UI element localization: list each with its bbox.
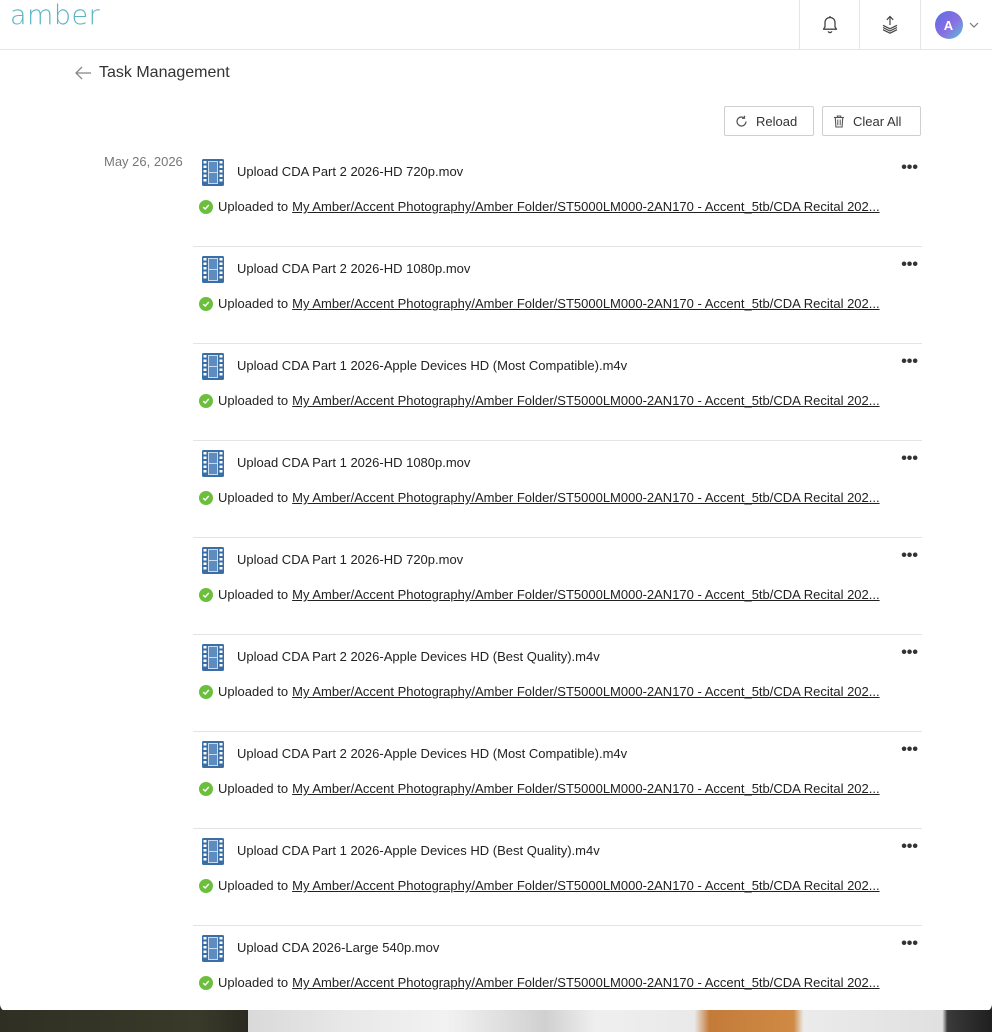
task-status: Uploaded to My Amber/Accent Photography/… bbox=[199, 490, 915, 506]
page-title: Task Management bbox=[99, 64, 230, 81]
app-logo[interactable]: amber bbox=[10, 0, 100, 32]
video-file-icon bbox=[202, 644, 224, 671]
more-options-icon[interactable]: ••• bbox=[901, 839, 918, 855]
destination-path-link[interactable]: My Amber/Accent Photography/Amber Folder… bbox=[292, 587, 879, 603]
video-file-icon bbox=[202, 741, 224, 768]
destination-path-link[interactable]: My Amber/Accent Photography/Amber Folder… bbox=[292, 781, 879, 797]
task-name: Upload CDA Part 1 2026-Apple Devices HD … bbox=[237, 358, 628, 373]
task-item: Upload CDA Part 2 2026-Apple Devices HD … bbox=[193, 732, 922, 829]
task-item: Upload CDA Part 1 2026-HD 720p.mov ••• U… bbox=[193, 538, 922, 635]
destination-path-link[interactable]: My Amber/Accent Photography/Amber Folder… bbox=[292, 296, 879, 312]
check-circle-icon bbox=[199, 782, 213, 796]
more-options-icon[interactable]: ••• bbox=[901, 451, 918, 467]
check-circle-icon bbox=[199, 297, 213, 311]
status-text: Uploaded to bbox=[218, 878, 289, 893]
task-item: Upload CDA Part 2 2026-Apple Devices HD … bbox=[193, 635, 922, 732]
clear-all-button[interactable]: Clear All bbox=[822, 106, 921, 136]
avatar: A bbox=[934, 11, 963, 39]
status-text: Uploaded to bbox=[218, 199, 289, 214]
video-file-icon bbox=[202, 353, 224, 380]
task-status: Uploaded to My Amber/Accent Photography/… bbox=[199, 781, 915, 797]
status-text: Uploaded to bbox=[218, 393, 289, 408]
more-options-icon[interactable]: ••• bbox=[901, 354, 918, 370]
status-text: Uploaded to bbox=[218, 975, 289, 990]
check-circle-icon bbox=[199, 394, 213, 408]
user-menu-button[interactable]: A bbox=[920, 0, 992, 50]
app-window: amber A Task Management Reload Clear All… bbox=[0, 0, 992, 1012]
bell-icon bbox=[822, 16, 838, 34]
task-name: Upload CDA Part 2 2026-Apple Devices HD … bbox=[237, 649, 600, 664]
task-item: Upload CDA 2026-Large 540p.mov ••• Uploa… bbox=[193, 926, 922, 1012]
status-text: Uploaded to bbox=[218, 587, 289, 602]
task-status: Uploaded to My Amber/Accent Photography/… bbox=[199, 393, 915, 409]
trash-icon bbox=[834, 114, 844, 128]
status-text: Uploaded to bbox=[218, 296, 289, 311]
notifications-button[interactable] bbox=[799, 0, 860, 50]
video-file-icon bbox=[202, 838, 224, 865]
reload-label: Reload bbox=[756, 113, 798, 129]
video-file-icon bbox=[202, 256, 224, 283]
task-item: Upload CDA Part 1 2026-HD 1080p.mov ••• … bbox=[193, 441, 922, 538]
task-item: Upload CDA Part 2 2026-HD 1080p.mov ••• … bbox=[193, 247, 922, 344]
video-file-icon bbox=[202, 159, 224, 186]
destination-path-link[interactable]: My Amber/Accent Photography/Amber Folder… bbox=[292, 199, 879, 215]
check-circle-icon bbox=[199, 685, 213, 699]
task-name: Upload CDA Part 2 2026-HD 1080p.mov bbox=[237, 261, 471, 276]
task-status: Uploaded to My Amber/Accent Photography/… bbox=[199, 684, 915, 700]
more-options-icon[interactable]: ••• bbox=[901, 548, 918, 564]
task-status: Uploaded to My Amber/Accent Photography/… bbox=[199, 199, 915, 215]
task-item: Upload CDA Part 1 2026-Apple Devices HD … bbox=[193, 829, 922, 926]
task-item: Upload CDA Part 1 2026-Apple Devices HD … bbox=[193, 344, 922, 441]
task-name: Upload CDA Part 1 2026-HD 720p.mov bbox=[237, 552, 464, 567]
more-options-icon[interactable]: ••• bbox=[901, 742, 918, 758]
task-status: Uploaded to My Amber/Accent Photography/… bbox=[199, 296, 915, 312]
task-name: Upload CDA Part 2 2026-HD 720p.mov bbox=[237, 164, 464, 179]
destination-path-link[interactable]: My Amber/Accent Photography/Amber Folder… bbox=[292, 393, 879, 409]
status-text: Uploaded to bbox=[218, 684, 289, 699]
video-file-icon bbox=[202, 450, 224, 477]
reload-icon bbox=[736, 115, 747, 127]
task-name: Upload CDA Part 1 2026-HD 1080p.mov bbox=[237, 455, 471, 470]
destination-path-link[interactable]: My Amber/Accent Photography/Amber Folder… bbox=[292, 975, 879, 991]
check-circle-icon bbox=[199, 588, 213, 602]
task-item: Upload CDA Part 2 2026-HD 720p.mov ••• U… bbox=[193, 150, 922, 247]
task-name: Upload CDA 2026-Large 540p.mov bbox=[237, 940, 440, 955]
task-status: Uploaded to My Amber/Accent Photography/… bbox=[199, 878, 915, 894]
clear-all-label: Clear All bbox=[853, 113, 902, 129]
check-circle-icon bbox=[199, 879, 213, 893]
check-circle-icon bbox=[199, 200, 213, 214]
desktop-background bbox=[0, 1010, 992, 1032]
task-name: Upload CDA Part 1 2026-Apple Devices HD … bbox=[237, 843, 600, 858]
task-list: Upload CDA Part 2 2026-HD 720p.mov ••• U… bbox=[193, 150, 922, 1012]
task-status: Uploaded to My Amber/Accent Photography/… bbox=[199, 587, 915, 603]
video-file-icon bbox=[202, 547, 224, 574]
task-queue-button[interactable] bbox=[859, 0, 920, 50]
task-name: Upload CDA Part 2 2026-Apple Devices HD … bbox=[237, 746, 628, 761]
more-options-icon[interactable]: ••• bbox=[901, 645, 918, 661]
check-circle-icon bbox=[199, 976, 213, 990]
status-text: Uploaded to bbox=[218, 781, 289, 796]
destination-path-link[interactable]: My Amber/Accent Photography/Amber Folder… bbox=[292, 684, 879, 700]
more-options-icon[interactable]: ••• bbox=[901, 936, 918, 952]
destination-path-link[interactable]: My Amber/Accent Photography/Amber Folder… bbox=[292, 878, 879, 894]
top-bar: amber A bbox=[0, 0, 992, 50]
more-options-icon[interactable]: ••• bbox=[901, 160, 918, 176]
more-options-icon[interactable]: ••• bbox=[901, 257, 918, 273]
video-file-icon bbox=[202, 935, 224, 962]
stack-icon bbox=[882, 15, 898, 34]
back-arrow-icon[interactable] bbox=[74, 63, 92, 83]
reload-button[interactable]: Reload bbox=[724, 106, 814, 136]
chevron-down-icon bbox=[969, 22, 978, 28]
destination-path-link[interactable]: My Amber/Accent Photography/Amber Folder… bbox=[292, 490, 879, 506]
date-group-label: May 26, 2026 bbox=[104, 154, 183, 169]
check-circle-icon bbox=[199, 491, 213, 505]
task-status: Uploaded to My Amber/Accent Photography/… bbox=[199, 975, 915, 991]
status-text: Uploaded to bbox=[218, 490, 289, 505]
